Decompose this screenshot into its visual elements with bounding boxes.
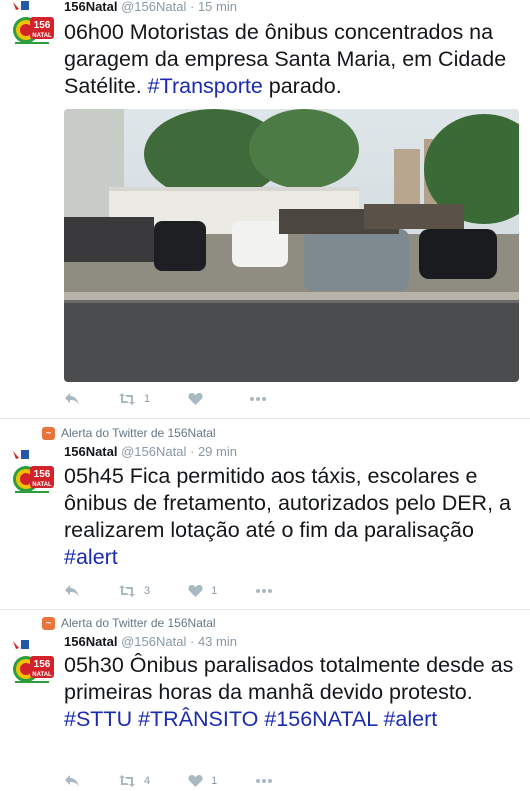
tweet-actions: 3 1 <box>64 581 311 601</box>
alert-label: ~ Alerta do Twitter de 156Natal <box>42 616 216 630</box>
more-button[interactable] <box>255 588 273 594</box>
like-button[interactable]: 1 <box>188 774 217 788</box>
separator: · <box>189 0 195 14</box>
separator: · <box>189 444 195 459</box>
tweet-2[interactable]: ~ Alerta do Twitter de 156Natal 156Natal… <box>0 419 530 610</box>
like-count: 1 <box>211 585 218 597</box>
retweet-count: 1 <box>144 393 151 405</box>
hashtag-link[interactable]: #alert <box>383 707 437 731</box>
reply-button[interactable] <box>64 584 80 598</box>
156natal-logo-icon <box>13 640 54 683</box>
heart-icon <box>188 585 203 597</box>
tweet-text-body: 05h45 Fica permitido aos táxis, escolare… <box>64 464 511 542</box>
separator: · <box>189 634 195 649</box>
retweet-button[interactable]: 3 <box>118 584 150 598</box>
more-icon <box>256 589 273 593</box>
tweet-header: 156Natal @156Natal · 29 min <box>64 444 237 459</box>
tweet-text: 05h45 Fica permitido aos táxis, escolare… <box>64 463 526 571</box>
more-button[interactable] <box>249 396 267 402</box>
like-count: 1 <box>211 775 218 787</box>
reply-button[interactable] <box>64 392 80 406</box>
author-handle[interactable]: @156Natal <box>121 0 186 14</box>
reply-icon <box>65 775 79 787</box>
tweet-1[interactable]: 156Natal @156Natal · 15 min 06h00 Motori… <box>0 0 530 419</box>
alert-text: Alerta do Twitter de 156Natal <box>61 616 216 630</box>
avatar[interactable] <box>10 449 54 497</box>
retweet-icon <box>119 775 135 787</box>
retweet-icon <box>119 393 135 405</box>
tweet-header: 156Natal @156Natal · 15 min <box>64 0 237 14</box>
more-icon <box>256 779 273 783</box>
tweet-text: 06h00 Motoristas de ônibus concentrados … <box>64 19 526 100</box>
author-handle[interactable]: @156Natal <box>121 634 186 649</box>
avatar[interactable] <box>10 0 54 48</box>
156natal-logo-icon <box>13 450 54 493</box>
hashtag-link[interactable]: #Transporte <box>148 74 263 98</box>
like-button[interactable] <box>188 392 211 406</box>
retweet-icon <box>119 585 135 597</box>
tweet-actions: 1 <box>64 389 305 409</box>
author-name[interactable]: 156Natal <box>64 0 117 14</box>
more-button[interactable] <box>255 778 273 784</box>
heart-icon <box>188 775 203 787</box>
timestamp[interactable]: 15 min <box>198 0 237 14</box>
hashtag-link[interactable]: #TRÂNSITO <box>138 707 258 731</box>
tweet-actions: 4 1 <box>64 771 311 791</box>
like-button[interactable]: 1 <box>188 584 217 598</box>
timestamp[interactable]: 29 min <box>198 444 237 459</box>
alert-label: ~ Alerta do Twitter de 156Natal <box>42 426 216 440</box>
tweet-text-body: 05h30 Ônibus paralisados totalmente desd… <box>64 653 514 704</box>
timestamp[interactable]: 43 min <box>198 634 237 649</box>
avatar[interactable] <box>10 639 54 687</box>
tweet-text-tail: parado. <box>262 74 342 98</box>
tweet-photo[interactable] <box>64 109 519 382</box>
reply-button[interactable] <box>64 774 80 788</box>
tweet-header: 156Natal @156Natal · 43 min <box>64 634 237 649</box>
tweet-text: 05h30 Ônibus paralisados totalmente desd… <box>64 652 526 733</box>
author-name[interactable]: 156Natal <box>64 444 117 459</box>
author-name[interactable]: 156Natal <box>64 634 117 649</box>
hashtag-link[interactable]: #156NATAL <box>264 707 377 731</box>
bus-garage-photo <box>64 109 519 382</box>
alert-icon: ~ <box>42 426 55 440</box>
author-handle[interactable]: @156Natal <box>121 444 186 459</box>
alert-text: Alerta do Twitter de 156Natal <box>61 426 216 440</box>
retweet-button[interactable]: 1 <box>118 392 150 406</box>
retweet-button[interactable]: 4 <box>118 774 150 788</box>
more-icon <box>250 397 267 401</box>
hashtag-link[interactable]: #STTU <box>64 707 132 731</box>
reply-icon <box>65 585 79 597</box>
tweet-3[interactable]: ~ Alerta do Twitter de 156Natal 156Natal… <box>0 610 530 790</box>
retweet-count: 3 <box>144 585 151 597</box>
156natal-logo-icon <box>13 1 54 44</box>
reply-icon <box>65 393 79 405</box>
hashtag-link[interactable]: #alert <box>64 545 118 569</box>
heart-icon <box>188 393 203 405</box>
retweet-count: 4 <box>144 775 151 787</box>
alert-icon: ~ <box>42 616 55 630</box>
